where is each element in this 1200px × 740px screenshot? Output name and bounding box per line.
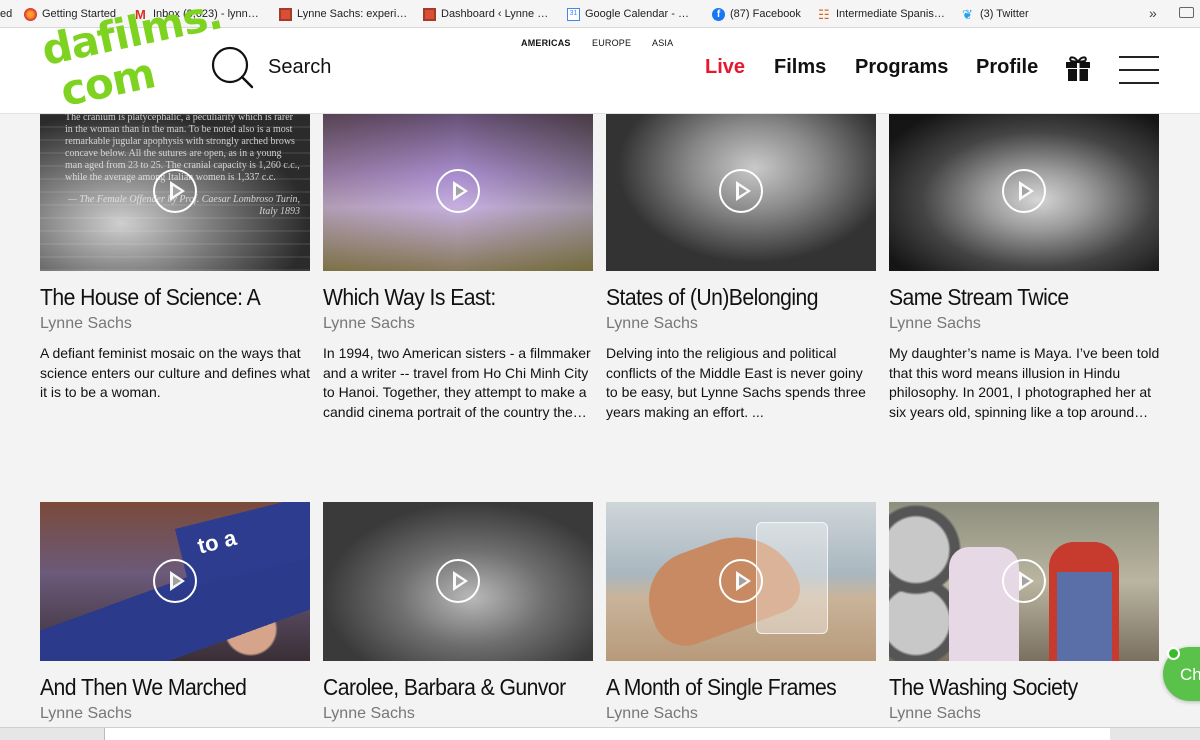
bookmark-label: ed xyxy=(0,8,13,20)
bookmark-label: Dashboard ‹ Lynne … xyxy=(441,8,549,20)
play-icon[interactable] xyxy=(436,559,480,603)
film-thumbnail[interactable]: to a xyxy=(40,502,310,661)
film-author[interactable]: Lynne Sachs xyxy=(40,705,132,723)
bookmark-lynne-sachs[interactable]: Lynne Sachs: experi… xyxy=(279,6,407,22)
film-thumbnail[interactable] xyxy=(323,112,593,271)
film-title[interactable]: The House of Science: A xyxy=(40,284,261,311)
film-title[interactable]: Same Stream Twice xyxy=(889,284,1069,311)
film-description: A defiant feminist mosaic on the ways th… xyxy=(40,345,311,401)
film-thumbnail[interactable] xyxy=(889,112,1159,271)
bookmark-item[interactable]: ed xyxy=(0,6,12,22)
film-author[interactable]: Lynne Sachs xyxy=(323,705,415,723)
nav-films[interactable]: Films xyxy=(774,56,826,79)
region-asia[interactable]: ASIA xyxy=(652,38,673,48)
film-title[interactable]: Carolee, Barbara & Gunvor xyxy=(323,674,566,701)
folder-icon[interactable] xyxy=(1179,7,1194,18)
nav-programs[interactable]: Programs xyxy=(855,56,948,79)
nav-profile[interactable]: Profile xyxy=(976,56,1038,79)
facebook-icon: f xyxy=(712,7,725,21)
chevron-double-right-icon[interactable]: » xyxy=(1149,5,1157,21)
play-icon[interactable] xyxy=(1002,559,1046,603)
bookmark-label: Google Calendar - … xyxy=(585,8,689,20)
online-status-icon xyxy=(1167,647,1180,660)
site-icon xyxy=(423,7,436,21)
firefox-icon xyxy=(24,7,37,21)
underlying-page xyxy=(104,728,1110,740)
film-author[interactable]: Lynne Sachs xyxy=(889,705,981,723)
film-author[interactable]: Lynne Sachs xyxy=(323,315,415,333)
twitter-icon: ❦ xyxy=(962,6,973,22)
region-americas[interactable]: AMERICAS xyxy=(521,38,571,48)
film-thumbnail[interactable] xyxy=(323,502,593,661)
bookmark-label: Lynne Sachs: experi… xyxy=(297,8,408,20)
bookmark-spanish[interactable]: ☷ Intermediate Spanis… xyxy=(818,6,945,22)
calendar-icon: 31 xyxy=(567,7,580,21)
play-icon[interactable] xyxy=(436,169,480,213)
hamburger-menu-icon[interactable] xyxy=(1119,56,1159,84)
site-icon xyxy=(279,7,292,21)
film-description: Delving into the religious and political… xyxy=(606,345,866,420)
bookmark-label: (3) Twitter xyxy=(980,8,1029,20)
film-description: In 1994, two American sisters - a filmma… xyxy=(323,345,591,420)
gift-icon[interactable] xyxy=(1065,54,1091,82)
bookmark-label: Intermediate Spanis… xyxy=(836,8,945,20)
thumbnail-glass xyxy=(756,522,828,634)
nav-live[interactable]: Live xyxy=(705,56,745,79)
bookmark-facebook[interactable]: f (87) Facebook xyxy=(712,6,801,22)
bottom-panel xyxy=(0,727,1200,740)
film-thumbnail[interactable] xyxy=(606,502,876,661)
play-icon[interactable] xyxy=(153,559,197,603)
film-thumbnail[interactable]: The cranium is platycephalic, a peculiar… xyxy=(40,112,310,271)
film-thumbnail[interactable] xyxy=(606,112,876,271)
play-icon[interactable] xyxy=(719,169,763,213)
play-icon[interactable] xyxy=(1002,169,1046,213)
film-title[interactable]: Which Way Is East: xyxy=(323,284,496,311)
film-author[interactable]: Lynne Sachs xyxy=(606,315,698,333)
film-author[interactable]: Lynne Sachs xyxy=(606,705,698,723)
play-icon[interactable] xyxy=(719,559,763,603)
film-author[interactable]: Lynne Sachs xyxy=(40,315,132,333)
bookmark-label: (87) Facebook xyxy=(730,8,801,20)
rss-icon: ☷ xyxy=(818,6,830,22)
thumbnail-figure xyxy=(1057,572,1112,661)
bookmark-google-calendar[interactable]: 31 Google Calendar - … xyxy=(567,6,689,22)
chat-label: Ch xyxy=(1180,665,1200,684)
region-europe[interactable]: EUROPE xyxy=(592,38,631,48)
search-input[interactable]: Search xyxy=(268,56,331,79)
bookmark-twitter[interactable]: ❦ (3) Twitter xyxy=(962,6,1029,22)
film-title[interactable]: And Then We Marched xyxy=(40,674,247,701)
film-title[interactable]: States of (Un)Belonging xyxy=(606,284,819,311)
film-title[interactable]: The Washing Society xyxy=(889,674,1078,701)
film-author[interactable]: Lynne Sachs xyxy=(889,315,981,333)
film-title[interactable]: A Month of Single Frames xyxy=(606,674,837,701)
film-description: My daughter’s name is Maya. I’ve been to… xyxy=(889,345,1160,420)
film-thumbnail[interactable] xyxy=(889,502,1159,661)
bookmark-dashboard[interactable]: Dashboard ‹ Lynne … xyxy=(423,6,548,22)
play-icon[interactable] xyxy=(153,169,197,213)
